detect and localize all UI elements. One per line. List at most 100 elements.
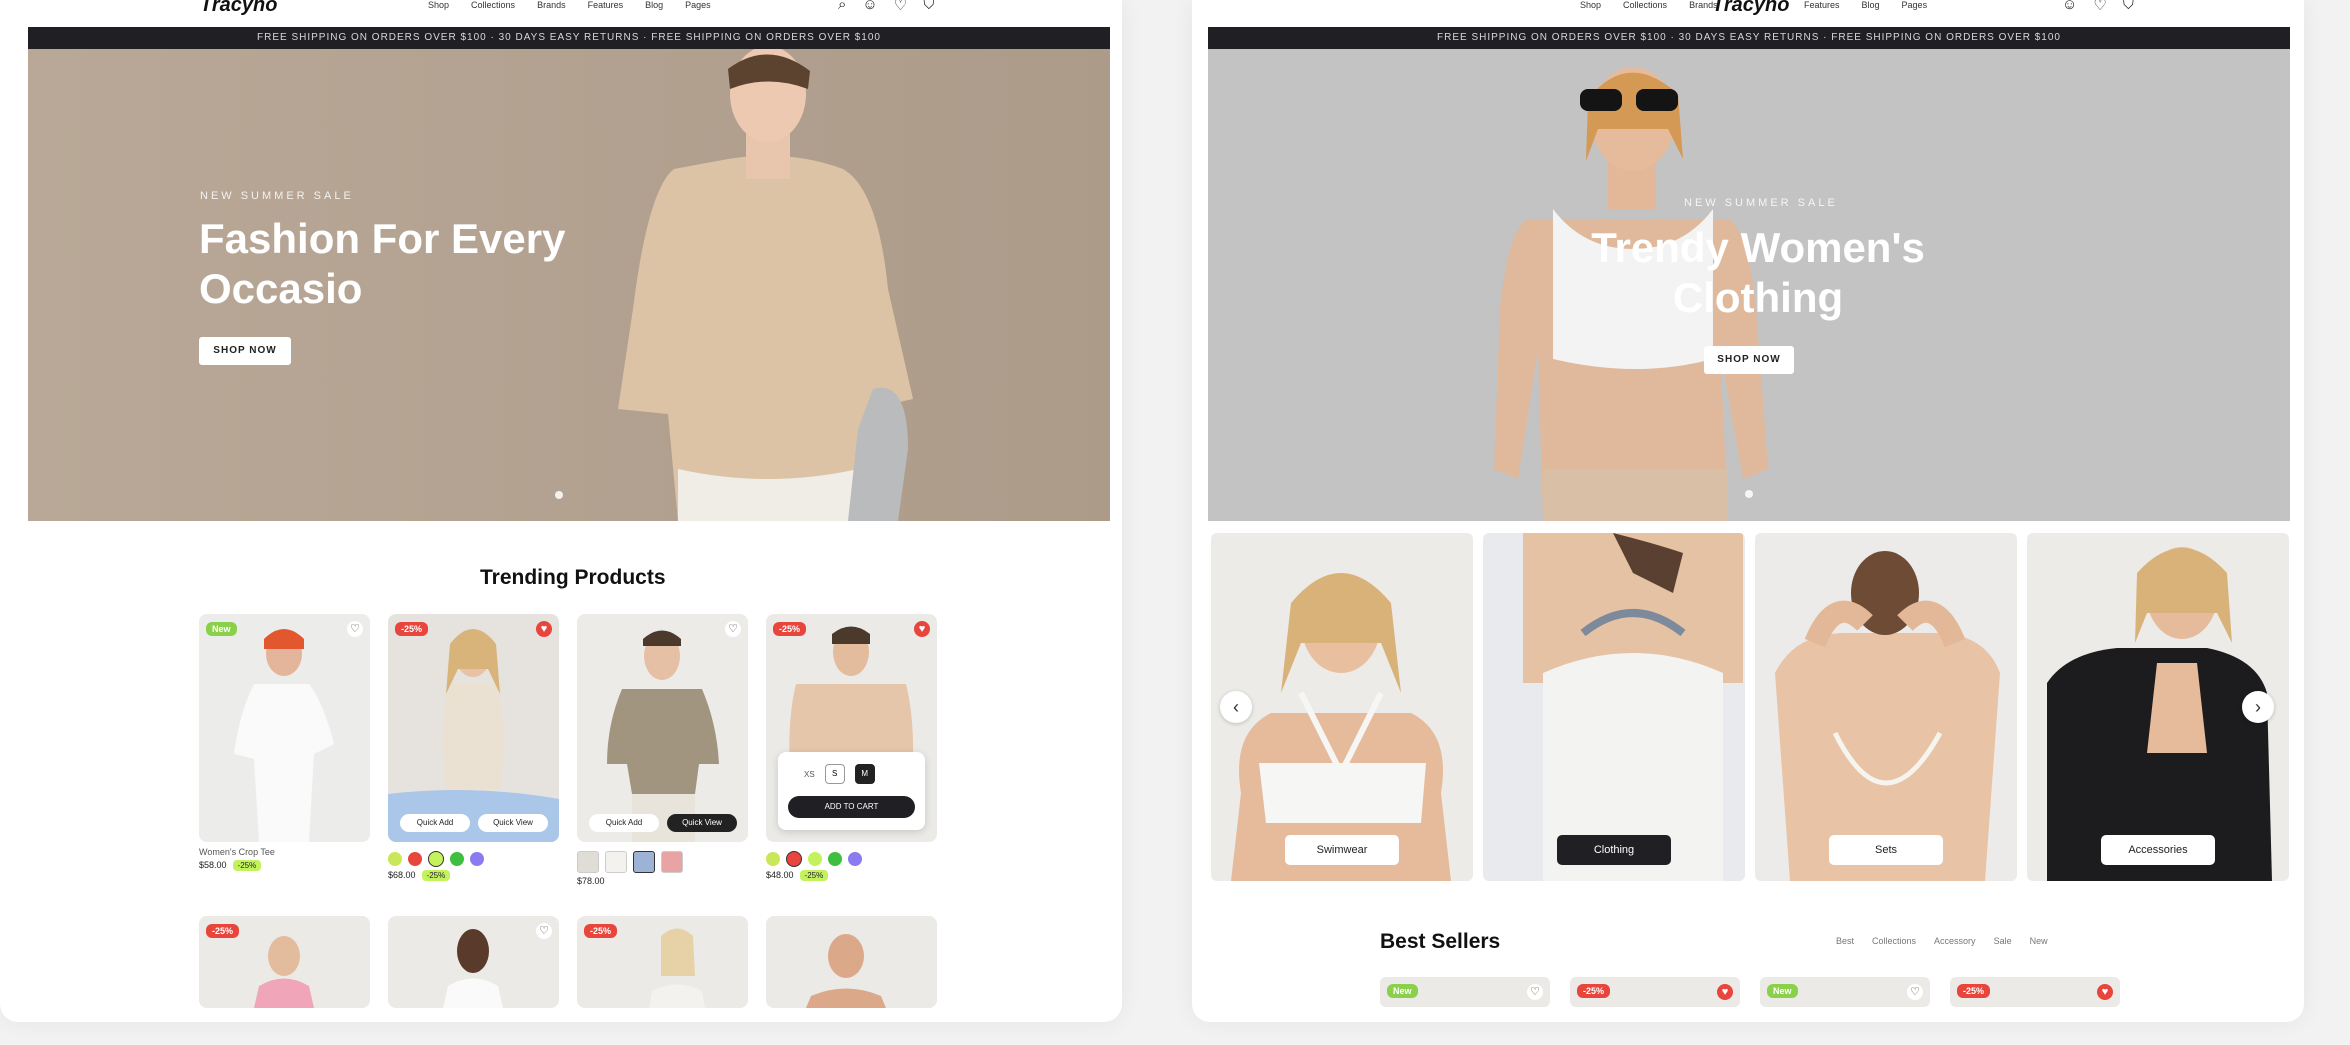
tab[interactable]: Collections [1872,936,1916,946]
menu-item[interactable]: Brands [537,0,566,10]
slider-dot[interactable] [555,491,563,499]
bestseller-card[interactable]: -25% ♥ [1950,977,2120,1007]
add-to-cart-button[interactable]: ADD TO CART [788,796,915,818]
menu-item[interactable]: Features [1804,0,1840,10]
product-badge: New [1387,984,1418,998]
hero-kicker: NEW SUMMER SALE [1684,197,1838,209]
product-badge: -25% [773,622,807,636]
color-swatch[interactable] [828,852,842,866]
wishlist-icon[interactable]: ♥ [1717,984,1733,1000]
wishlist-icon[interactable]: ♥ [914,621,930,637]
carousel-prev-icon[interactable]: ‹ [1220,691,1252,723]
category-card[interactable]: Sets [1755,533,2017,881]
size-option[interactable]: XS [804,770,815,779]
homepage-preview-left: Tracyno Shop Collections Brands Features… [0,0,1122,1022]
search-icon[interactable]: ⌕ [838,0,846,14]
color-swatch[interactable] [470,852,484,866]
wishlist-icon[interactable]: ♡ [1527,984,1543,1000]
product-card[interactable]: ♡ Quick Add Quick View $78.00 [577,614,748,886]
product-image[interactable]: -25% ♥ XS S M ADD TO CART [766,614,937,842]
shop-now-button[interactable]: SHOP NOW [1704,346,1794,374]
bag-icon[interactable]: ⛉ [923,0,934,14]
bestseller-card[interactable]: New ♡ [1760,977,1930,1007]
heart-icon[interactable]: ♡ [2093,0,2106,14]
category-card[interactable]: Clothing [1483,533,1745,881]
product-badge: -25% [206,924,240,938]
color-swatch[interactable] [766,852,780,866]
color-swatches [766,851,937,867]
variant-thumb[interactable] [661,851,683,873]
color-swatch[interactable] [450,852,464,866]
quick-add-button[interactable]: Quick Add [589,814,659,832]
hero-title: Trendy Women's Clothing [1548,223,1968,323]
hero-model-image [28,49,1110,521]
color-swatch[interactable] [428,851,444,867]
tab[interactable]: New [2030,936,2048,946]
color-swatch[interactable] [786,851,802,867]
menu-item[interactable]: Pages [1902,0,1928,10]
color-swatch[interactable] [408,852,422,866]
quick-view-button[interactable]: Quick View [478,814,548,832]
menu-item[interactable]: Shop [428,0,449,10]
menu-item[interactable]: Shop [1580,0,1601,10]
product-thumb[interactable] [766,916,937,1008]
wishlist-icon[interactable]: ♡ [347,621,363,637]
product-badge: New [206,622,237,636]
promo-bar: FREE SHIPPING ON ORDERS OVER $100 · 30 D… [28,27,1110,49]
product-thumb[interactable]: -25% [577,916,748,1008]
bag-icon[interactable]: ⛉ [2123,0,2134,14]
product-badge: -25% [1577,984,1611,998]
shop-now-button[interactable]: SHOP NOW [199,337,291,365]
product-image[interactable]: -25% ♥ Quick Add Quick View [388,614,559,842]
tab[interactable]: Best [1836,936,1854,946]
menu-item[interactable]: Pages [685,0,711,10]
product-image[interactable]: ♡ Quick Add Quick View [577,614,748,842]
logo[interactable]: Tracyno [1712,0,1789,17]
carousel-next-icon[interactable]: › [2242,691,2274,723]
category-button[interactable]: Accessories [2101,835,2215,865]
variant-thumb[interactable] [633,851,655,873]
wishlist-icon[interactable]: ♡ [536,923,552,939]
category-button[interactable]: Clothing [1557,835,1671,865]
variant-thumb[interactable] [605,851,627,873]
price-value: $58.00 [199,860,227,870]
color-swatch[interactable] [388,852,402,866]
variant-thumb[interactable] [577,851,599,873]
wishlist-icon[interactable]: ♥ [536,621,552,637]
category-button[interactable]: Sets [1829,835,1943,865]
quick-view-button[interactable]: Quick View [667,814,737,832]
heart-icon[interactable]: ♡ [894,0,907,14]
product-card[interactable]: New ♡ Women's Crop Tee $58.00 -25% [199,614,370,871]
wishlist-icon[interactable]: ♥ [2097,984,2113,1000]
menu-item[interactable]: Blog [645,0,663,10]
product-thumb[interactable]: ♡ [388,916,559,1008]
product-price: $58.00 -25% [199,860,370,871]
product-card[interactable]: -25% ♥ Quick Add Quick View $68.00 -25% [388,614,559,881]
tab[interactable]: Accessory [1934,936,1976,946]
category-button[interactable]: Swimwear [1285,835,1399,865]
product-name[interactable]: Women's Crop Tee [199,847,370,857]
size-option[interactable]: M [854,764,875,784]
size-option[interactable]: S [824,764,845,784]
wishlist-icon[interactable]: ♡ [1907,984,1923,1000]
product-card[interactable]: -25% ♥ XS S M ADD TO CART $48.00 -25% [766,614,937,881]
hero-banner: NEW SUMMER SALE Trendy Women's Clothing … [1208,49,2290,521]
product-image[interactable]: New ♡ [199,614,370,842]
menu-item[interactable]: Blog [1862,0,1880,10]
tab[interactable]: Sale [1994,936,2012,946]
user-icon[interactable]: ☺ [2062,0,2077,14]
menu-item[interactable]: Features [588,0,624,10]
slider-dot[interactable] [1745,490,1753,498]
logo[interactable]: Tracyno [200,0,277,17]
quick-add-button[interactable]: Quick Add [400,814,470,832]
product-thumb[interactable]: -25% [199,916,370,1008]
bestseller-card[interactable]: New ♡ [1380,977,1550,1007]
wishlist-icon[interactable]: ♡ [725,621,741,637]
menu-item[interactable]: Collections [471,0,515,10]
user-icon[interactable]: ☺ [862,0,877,14]
color-swatch[interactable] [848,852,862,866]
menu-item[interactable]: Collections [1623,0,1667,10]
color-swatch[interactable] [808,852,822,866]
top-nav: Tracyno Shop Collections Brands Features… [0,0,1122,26]
bestseller-card[interactable]: -25% ♥ [1570,977,1740,1007]
